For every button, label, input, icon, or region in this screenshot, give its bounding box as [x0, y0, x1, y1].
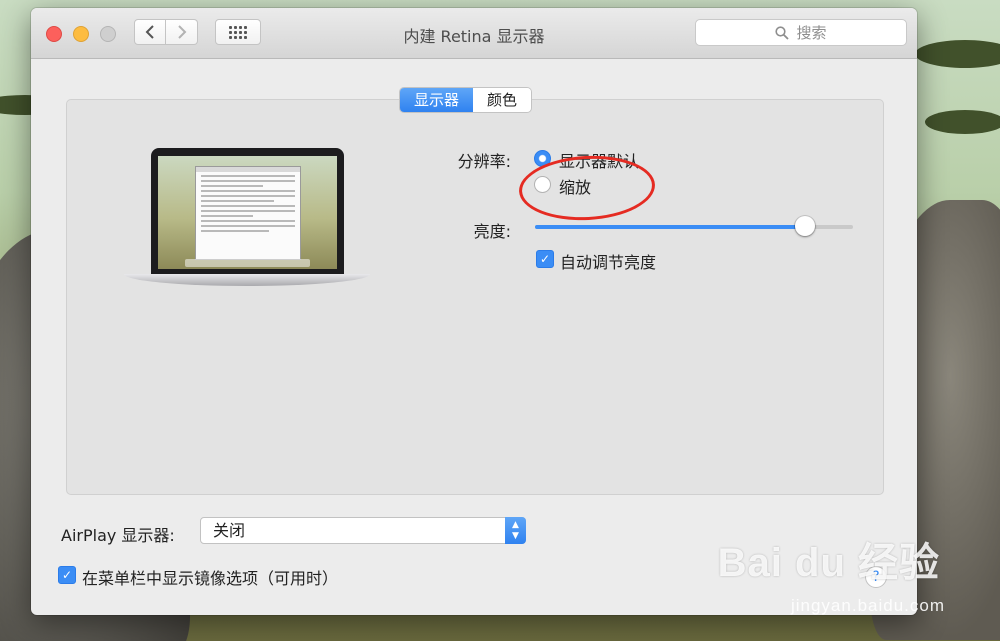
search-input[interactable]: 搜索	[695, 19, 907, 46]
search-placeholder: 搜索	[796, 24, 827, 42]
brightness-slider-fill	[535, 225, 806, 229]
tab-display[interactable]: 显示器	[400, 88, 474, 112]
resolution-label: 分辨率:	[457, 152, 511, 171]
select-stepper-icon: ▲ ▼	[505, 517, 526, 544]
laptop-dock	[185, 259, 310, 267]
system-preferences-window: 内建 Retina 显示器 搜索 显示器 颜色 分辨率: 显示器默认 缩放 亮度…	[31, 8, 917, 615]
auto-brightness-checkbox[interactable]: ✓	[536, 250, 554, 268]
search-icon	[775, 25, 790, 40]
wallpaper-tree	[915, 40, 1000, 68]
airplay-select-value: 关闭	[213, 521, 246, 540]
laptop-document-preview	[195, 166, 301, 260]
watermark-logo: Bai du 经验	[717, 541, 940, 585]
wallpaper-tree	[925, 110, 1000, 134]
airplay-select[interactable]: 关闭 ▲ ▼	[200, 517, 526, 544]
tab-color[interactable]: 颜色	[473, 88, 532, 112]
mirror-option-checkbox[interactable]: ✓	[58, 566, 76, 584]
mirror-option-label[interactable]: 在菜单栏中显示镜像选项（可用时）	[82, 565, 338, 589]
title-bar: 内建 Retina 显示器 搜索	[31, 8, 917, 59]
laptop-lid	[151, 148, 344, 274]
brightness-label: 亮度:	[473, 222, 511, 241]
brightness-slider[interactable]	[535, 216, 853, 236]
airplay-label: AirPlay 显示器:	[61, 526, 175, 545]
watermark-url: jingyan.baidu.com	[790, 596, 945, 615]
laptop-base	[124, 274, 370, 286]
laptop-illustration	[124, 148, 370, 298]
auto-brightness-label[interactable]: 自动调节亮度	[560, 249, 656, 273]
tab-bar: 显示器 颜色	[400, 88, 532, 112]
laptop-screen	[158, 156, 337, 269]
